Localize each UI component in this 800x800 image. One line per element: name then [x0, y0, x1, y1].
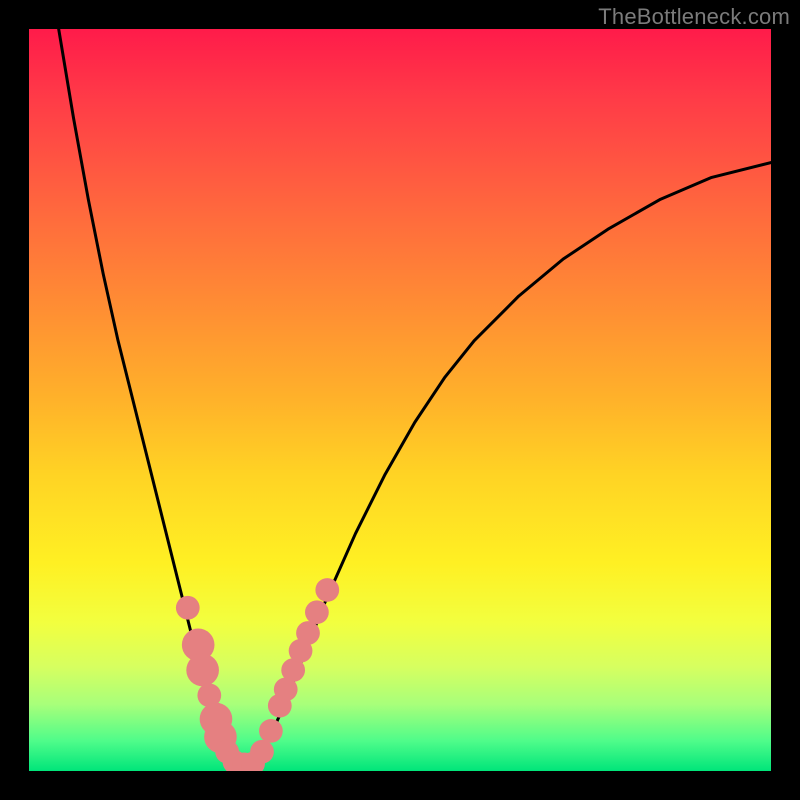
- marker-dot: [176, 596, 200, 620]
- plot-area: [29, 29, 771, 771]
- curve-right-branch: [252, 163, 771, 766]
- marker-dot: [186, 654, 219, 687]
- watermark-label: TheBottleneck.com: [598, 4, 790, 30]
- marker-dot: [259, 719, 283, 743]
- chart-svg: [29, 29, 771, 771]
- marker-dot: [250, 740, 274, 764]
- marker-dot: [315, 578, 339, 602]
- outer-frame: TheBottleneck.com: [0, 0, 800, 800]
- marker-dot: [305, 600, 329, 624]
- marker-dot: [296, 621, 320, 645]
